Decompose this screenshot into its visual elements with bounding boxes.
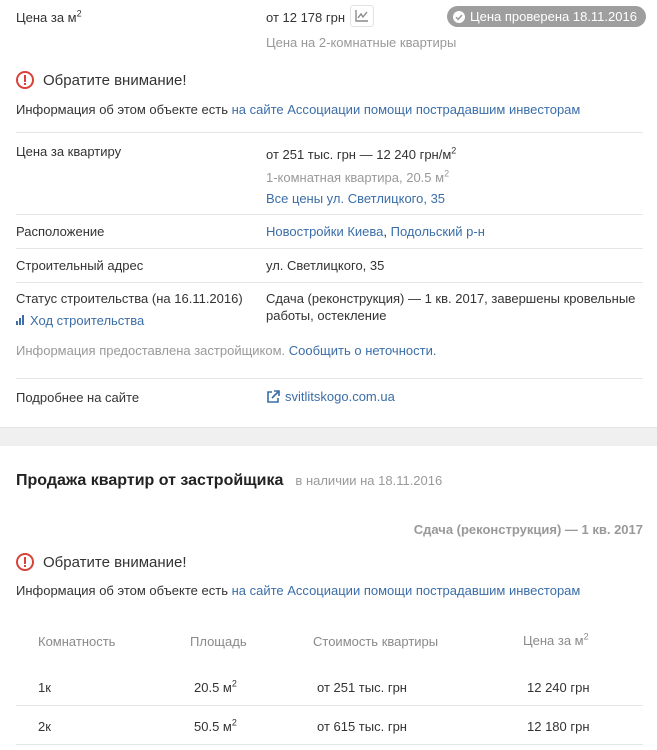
sales-header: Продажа квартир от застройщика в наличии…	[16, 472, 442, 490]
progress-bars-icon	[16, 315, 24, 325]
cell-rooms: 2к	[38, 719, 51, 734]
price-chart-icon	[355, 10, 368, 22]
more-on-site-label: Подробнее на сайте	[16, 390, 140, 405]
warning-text: Информация об этом объекте есть на сайте…	[16, 583, 581, 598]
construction-progress-link[interactable]: Ход строительства	[16, 313, 144, 328]
price-per-m2-value: от 12 178 грн	[266, 10, 346, 25]
address-value: ул. Светлицкого, 35	[266, 258, 385, 273]
district-link[interactable]: Подольский р-н	[391, 224, 485, 239]
construction-status-line1: Сдача (реконструкция) — 1 кв. 2017, заве…	[266, 291, 636, 306]
warning-text: Информация об этом объекте есть на сайте…	[16, 102, 581, 117]
cell-rooms: 1к	[38, 680, 51, 695]
warning-icon	[16, 553, 34, 571]
divider	[16, 378, 643, 379]
price-per-m2-label: Цена за м2	[16, 8, 82, 25]
investors-association-link[interactable]: на сайте Ассоциации помощи пострадавшим …	[232, 102, 581, 117]
info-source: Информация предоставлена застройщиком. С…	[16, 343, 437, 358]
construction-status-line2: работы, остекление	[266, 308, 387, 323]
report-inaccuracy-link[interactable]: Сообщить о неточности.	[289, 343, 437, 358]
completion-date: Сдача (реконструкция) — 1 кв. 2017	[413, 522, 643, 537]
location-value: Новостройки Киева, Подольский р-н	[266, 224, 485, 239]
construction-status-label: Статус строительства (на 16.11.2016)	[16, 291, 243, 306]
developer-site-link[interactable]: svitlitskogo.com.ua	[266, 389, 395, 404]
divider	[16, 744, 643, 745]
table-header-area: Площадь	[190, 634, 247, 649]
cell-area: 20.5 м2	[194, 678, 237, 695]
warning-icon	[16, 71, 34, 89]
apartment-price-note: 1-комнатная квартира, 20.5 м2	[266, 168, 450, 185]
price-per-m2-note: Цена на 2-комнатные квартиры	[266, 35, 457, 50]
cell-cost: от 251 тыс. грн	[317, 680, 407, 695]
kiev-newbuilds-link[interactable]: Новостройки Киева	[266, 224, 383, 239]
cell-area: 50.5 м2	[194, 717, 237, 734]
cell-price-m2: 12 240 грн	[527, 680, 590, 695]
divider	[16, 282, 643, 283]
divider	[16, 705, 643, 706]
table-header-rooms: Комнатность	[38, 634, 116, 649]
all-prices-link[interactable]: Все цены ул. Светлицкого, 35	[266, 191, 445, 206]
check-icon	[453, 10, 465, 23]
availability-date: в наличии на 18.11.2016	[295, 473, 443, 488]
external-link-icon	[267, 389, 280, 403]
divider	[16, 132, 643, 133]
price-verified-text: Цена проверена 18.11.2016	[470, 9, 637, 24]
investors-association-link[interactable]: на сайте Ассоциации помощи пострадавшим …	[232, 583, 581, 598]
location-label: Расположение	[16, 224, 105, 239]
table-header-price-m2: Цена за м2	[523, 631, 589, 648]
divider	[16, 248, 643, 249]
warning-header: Обратите внимание!	[16, 553, 187, 571]
sales-title: Продажа квартир от застройщика	[16, 472, 284, 489]
price-verified-badge: Цена проверена 18.11.2016	[447, 6, 646, 27]
cell-price-m2: 12 180 грн	[527, 719, 590, 734]
apartment-price-label: Цена за квартиру	[16, 144, 122, 159]
warning-title: Обратите внимание!	[43, 71, 187, 89]
apartment-price-value: от 251 тыс. грн — 12 240 грн/м2	[266, 145, 457, 162]
divider	[16, 214, 643, 215]
price-chart-button[interactable]	[350, 5, 374, 27]
warning-title: Обратите внимание!	[43, 553, 187, 571]
object-info-card: Цена за м2 от 12 178 грн Цена проверена …	[0, 0, 657, 428]
table-header-cost: Стоимость квартиры	[313, 634, 439, 649]
cell-cost: от 615 тыс. грн	[317, 719, 407, 734]
warning-header: Обратите внимание!	[16, 71, 187, 89]
developer-sales-card: Продажа квартир от застройщика в наличии…	[0, 446, 657, 750]
address-label: Строительный адрес	[16, 258, 144, 273]
